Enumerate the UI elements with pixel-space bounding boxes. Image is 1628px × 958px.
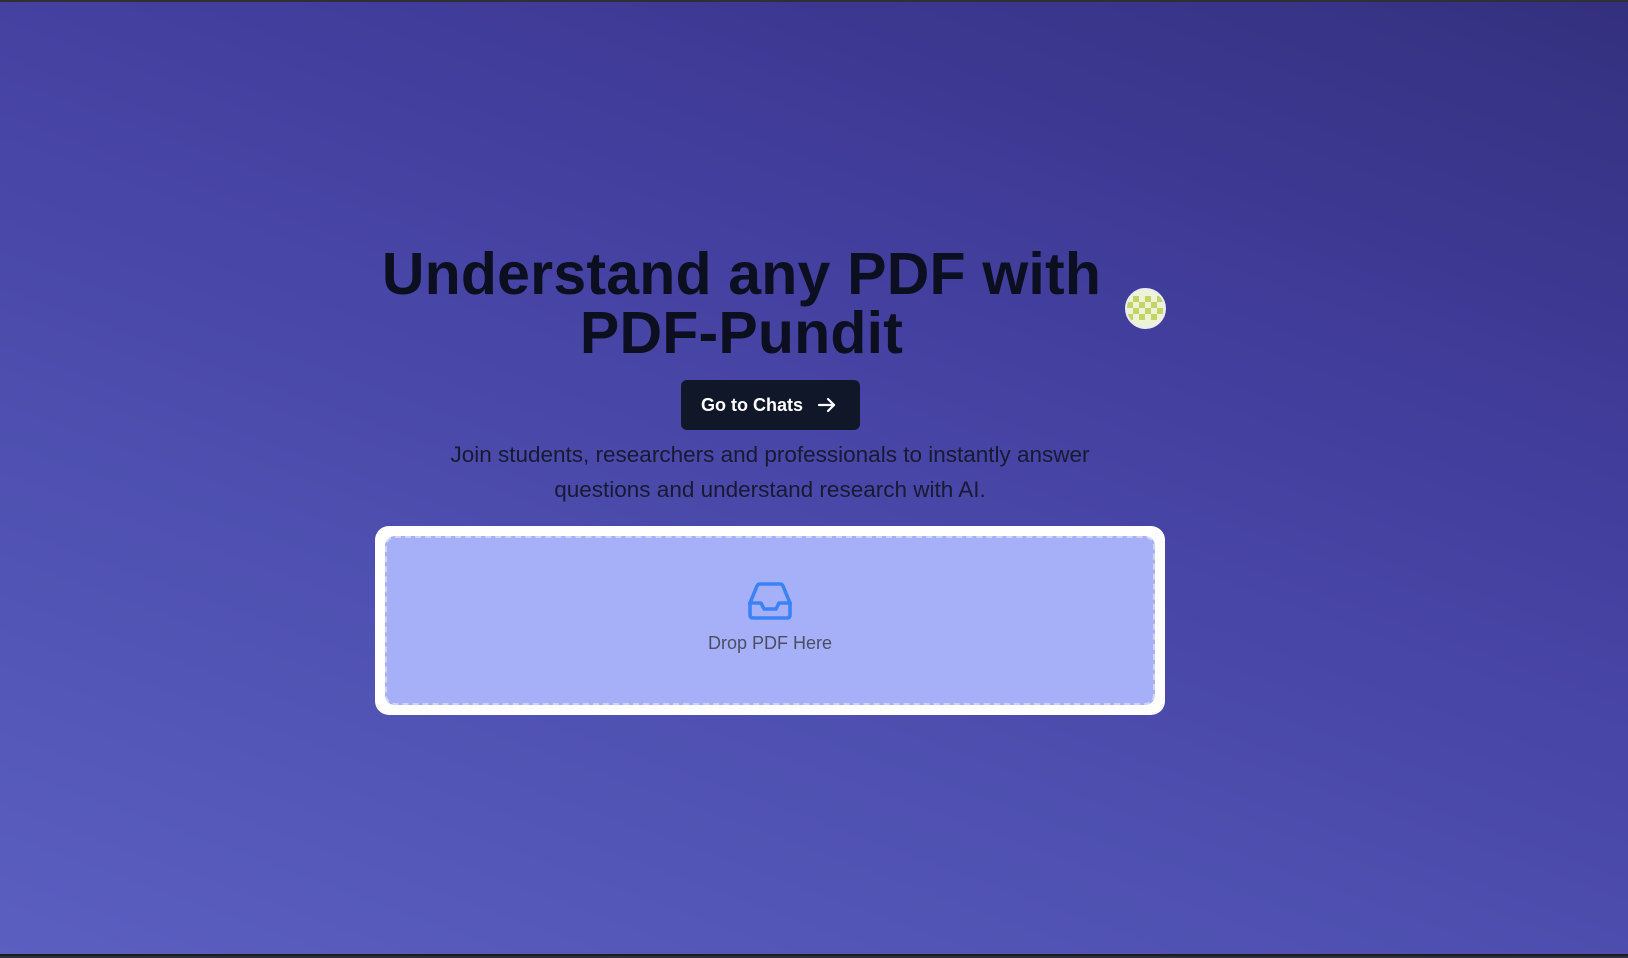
landing-page: Understand any PDF with PDF-Pundit Go to… xyxy=(0,2,1628,956)
upload-card: Drop PDF Here xyxy=(375,526,1165,715)
go-to-chats-button[interactable]: Go to Chats xyxy=(680,380,860,430)
cta-container: Go to Chats xyxy=(375,380,1165,430)
arrow-right-icon xyxy=(815,393,839,417)
hero-section: Understand any PDF with PDF-Pundit Go to… xyxy=(375,245,1166,715)
user-avatar[interactable] xyxy=(1125,288,1166,329)
hero-subtitle-line-1: Join students, researchers and professio… xyxy=(450,442,1090,467)
avatar-pattern-icon xyxy=(1127,290,1164,327)
pdf-dropzone[interactable]: Drop PDF Here xyxy=(385,536,1155,705)
page-title-line-1: Understand any PDF with xyxy=(381,241,1102,307)
title-row: Understand any PDF with PDF-Pundit xyxy=(375,245,1166,369)
go-to-chats-label: Go to Chats xyxy=(701,394,803,415)
window-bottom-edge xyxy=(0,954,1628,956)
inbox-icon xyxy=(746,581,794,621)
page-title-line-2: PDF-Pundit xyxy=(579,300,904,366)
hero-subtitle: Join students, researchers and professio… xyxy=(375,437,1165,507)
hero-subtitle-line-2: questions and understand research with A… xyxy=(554,477,986,502)
dropzone-label: Drop PDF Here xyxy=(707,633,833,653)
page-title: Understand any PDF with PDF-Pundit xyxy=(375,245,1108,363)
